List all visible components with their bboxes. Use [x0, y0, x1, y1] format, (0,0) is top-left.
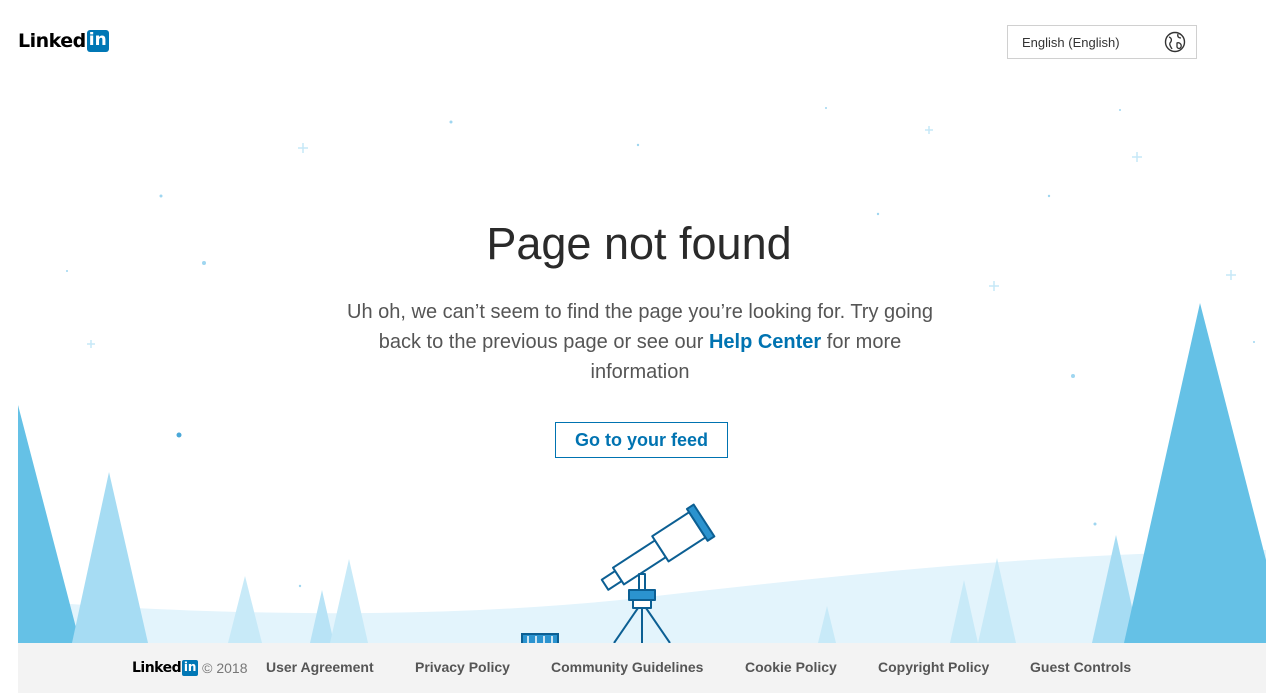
globe-icon [1164, 31, 1186, 53]
guest-controls-link[interactable]: Guest Controls [1030, 659, 1131, 675]
footer: Linked in © 2018 User Agreement Privacy … [18, 643, 1266, 693]
tree [1124, 303, 1266, 643]
community-guidelines-link[interactable]: Community Guidelines [551, 659, 703, 675]
tree [228, 576, 262, 643]
linkedin-logo[interactable]: Linked in [18, 30, 109, 52]
tree [72, 472, 148, 643]
footer-logo-in-badge: in [182, 660, 199, 676]
privacy-policy-link[interactable]: Privacy Policy [415, 659, 510, 675]
page-title: Page not found [486, 218, 792, 269]
footer-logo-wordmark: Linked [132, 660, 182, 676]
copyright-policy-link[interactable]: Copyright Policy [878, 659, 989, 675]
go-to-feed-button[interactable]: Go to your feed [555, 422, 728, 458]
language-selector[interactable]: English (English) [1007, 25, 1197, 59]
logo-wordmark: Linked [18, 30, 86, 52]
cookie-policy-link[interactable]: Cookie Policy [745, 659, 837, 675]
footer-logo: Linked in © 2018 [132, 660, 248, 676]
tree [330, 559, 368, 643]
logo-in-badge: in [86, 30, 109, 52]
copyright: © 2018 [202, 660, 248, 676]
user-agreement-link[interactable]: User Agreement [266, 659, 374, 675]
language-label: English (English) [1022, 34, 1120, 50]
help-center-link[interactable]: Help Center [709, 331, 821, 353]
error-message: Uh oh, we can’t seem to find the page yo… [330, 297, 950, 387]
